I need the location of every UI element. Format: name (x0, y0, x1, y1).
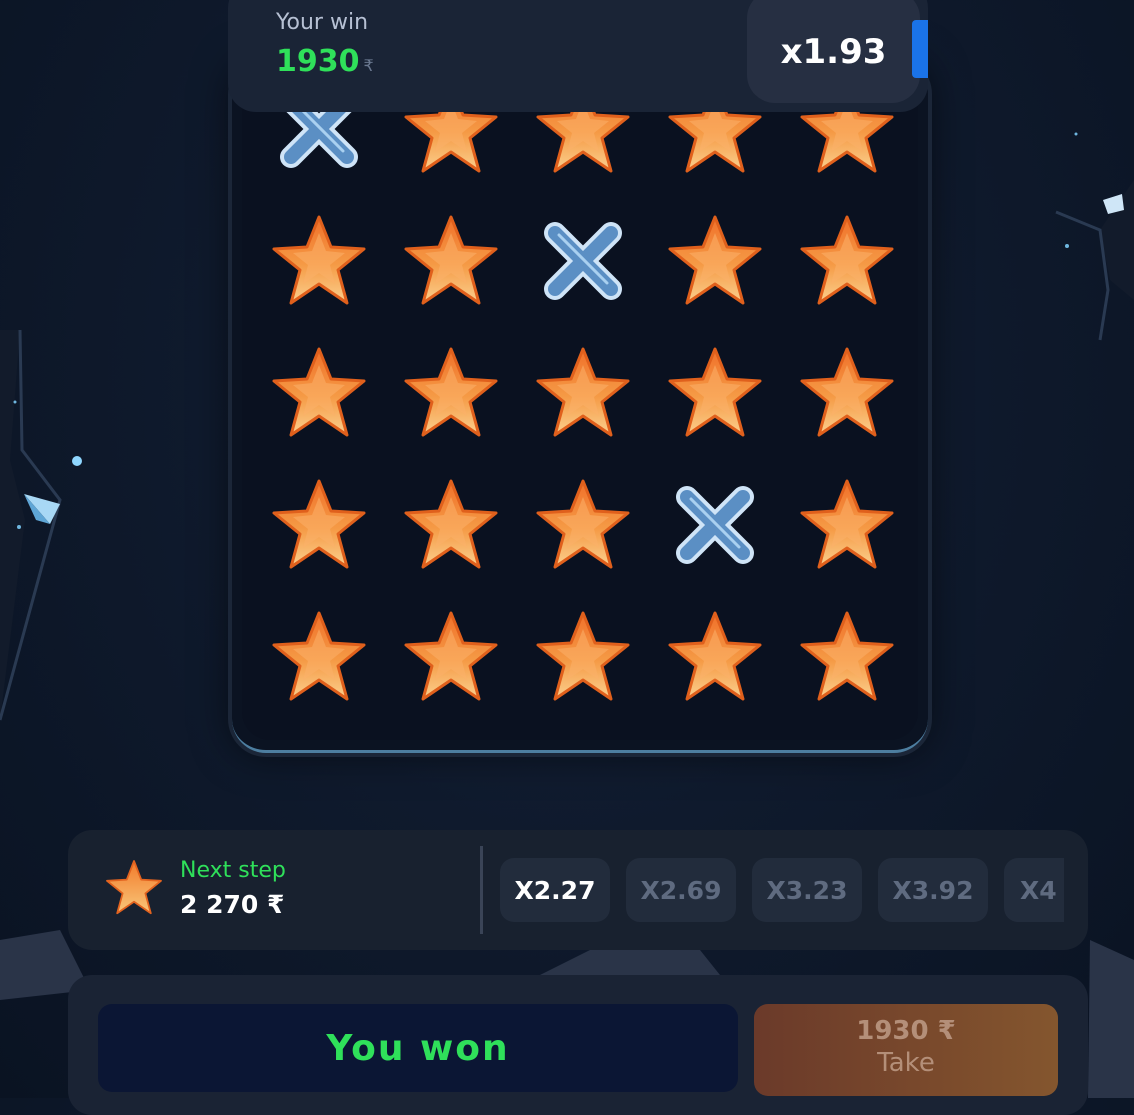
star-icon (800, 479, 894, 569)
tile-star[interactable] (396, 602, 506, 712)
star-icon (404, 347, 498, 437)
win-amount-value: 1930 (276, 44, 360, 79)
take-amount: 1930 ₹ (856, 1016, 956, 1046)
star-icon (404, 611, 498, 701)
multiplier-chip: X3.23 (752, 858, 862, 922)
star-icon (800, 611, 894, 701)
next-step-value: 2 270 ₹ (180, 890, 285, 919)
tile-star[interactable] (792, 602, 902, 712)
game-board (232, 60, 928, 753)
tile-star[interactable] (396, 206, 506, 316)
tile-star[interactable] (660, 602, 770, 712)
you-won-status: You won (98, 1004, 738, 1092)
star-icon (404, 479, 498, 569)
next-step-bar: Next step 2 270 ₹ X2.27 X2.69 X3.23 X3.92 X4 (68, 830, 1088, 950)
tile-x[interactable] (528, 206, 638, 316)
tile-star[interactable] (528, 602, 638, 712)
star-icon (800, 347, 894, 437)
star-icon (272, 479, 366, 569)
tile-star[interactable] (264, 470, 374, 580)
tile-star[interactable] (528, 470, 638, 580)
tile-star[interactable] (792, 338, 902, 448)
star-icon (668, 215, 762, 305)
win-amount: 1930 ₹ (276, 44, 374, 79)
tile-star[interactable] (792, 206, 902, 316)
next-step-label: Next step (180, 858, 286, 883)
tile-star[interactable] (660, 206, 770, 316)
tile-star[interactable] (660, 338, 770, 448)
currency-symbol: ₹ (363, 56, 374, 75)
x-icon (544, 222, 622, 300)
side-tab[interactable] (912, 20, 928, 78)
tile-star[interactable] (264, 602, 374, 712)
x-icon (676, 486, 754, 564)
win-label: Your win (276, 10, 369, 35)
star-icon (272, 611, 366, 701)
star-icon (536, 347, 630, 437)
multiplier-chip: X3.92 (878, 858, 988, 922)
tile-star[interactable] (396, 470, 506, 580)
star-icon (272, 215, 366, 305)
star-icon (668, 347, 762, 437)
star-icon (106, 860, 162, 915)
take-button[interactable]: 1930 ₹ Take (754, 1004, 1058, 1096)
board-grid (242, 60, 918, 740)
multiplier-chip: X2.69 (626, 858, 736, 922)
star-icon (800, 215, 894, 305)
current-multiplier-badge: x1.93 (747, 0, 920, 103)
take-label: Take (877, 1048, 935, 1078)
star-icon (272, 347, 366, 437)
divider (480, 846, 483, 934)
tile-star[interactable] (264, 206, 374, 316)
tile-star[interactable] (264, 338, 374, 448)
multiplier-chip: X2.27 (500, 858, 610, 922)
tile-star[interactable] (528, 338, 638, 448)
star-icon (536, 611, 630, 701)
star-icon (668, 611, 762, 701)
multiplier-chip: X4 (1004, 858, 1064, 922)
star-icon (536, 479, 630, 569)
tile-star[interactable] (792, 470, 902, 580)
tile-star[interactable] (396, 338, 506, 448)
tile-x[interactable] (660, 470, 770, 580)
star-icon (404, 215, 498, 305)
